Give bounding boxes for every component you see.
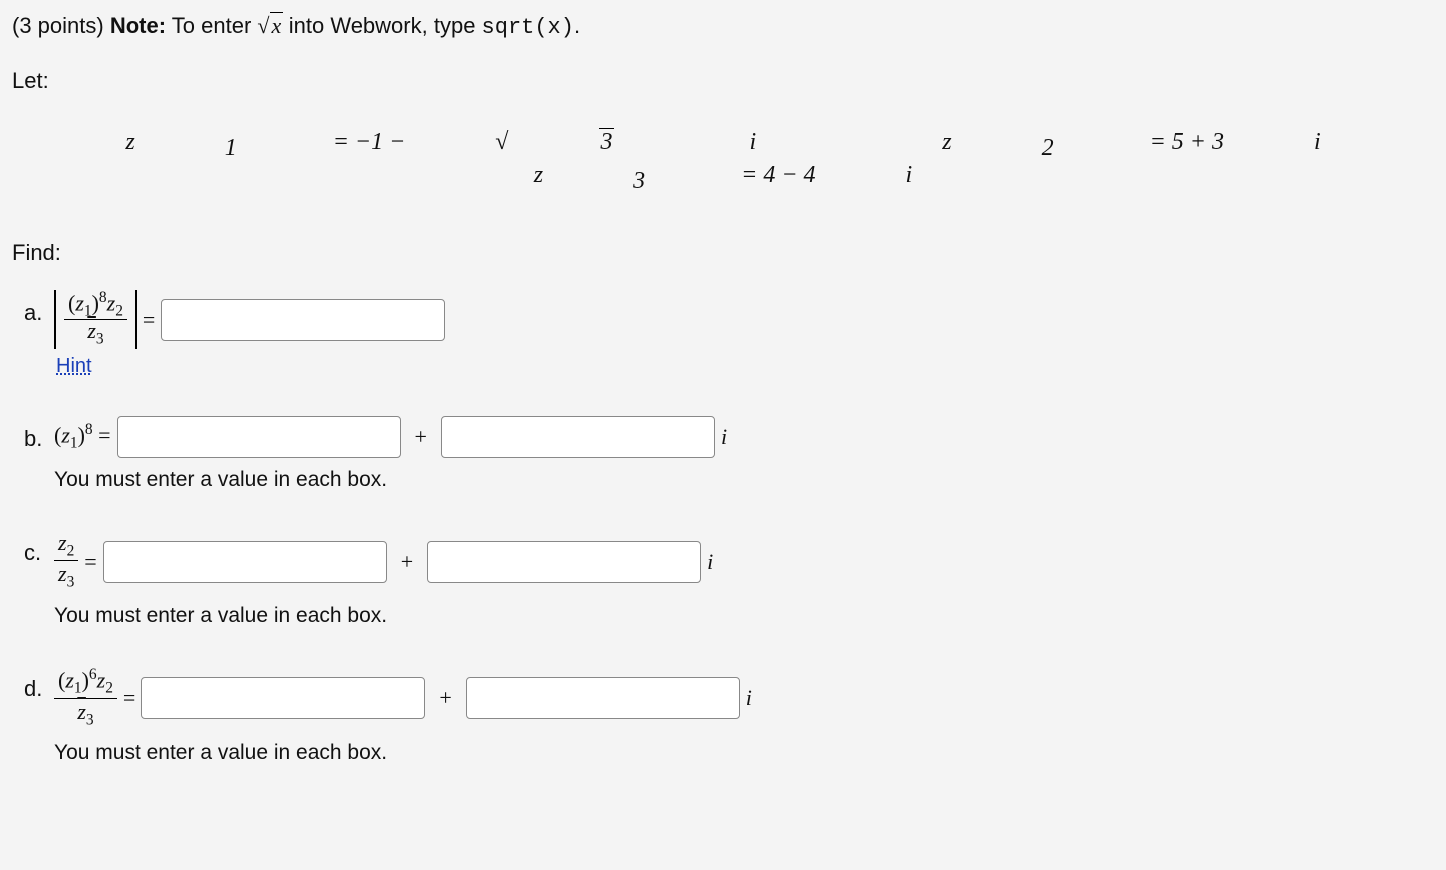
part-c-den: z3 — [54, 560, 78, 593]
note-period: . — [574, 13, 580, 38]
points-label: (3 points) — [12, 13, 104, 38]
part-d: d. (z1)6z2 z3 = + i You must enter a val… — [54, 666, 1434, 765]
note-sqrt: √x — [257, 13, 288, 38]
problem-header: (3 points) Note: To enter √x into Webwor… — [12, 8, 1434, 45]
part-b-lhs: (z1)8 = — [54, 421, 111, 453]
part-d-marker: d. — [24, 676, 42, 702]
part-c-eq: = — [84, 549, 96, 575]
let-label: Let: — [12, 63, 1434, 98]
note-code: sqrt(x) — [482, 15, 574, 40]
part-c-i: i — [707, 549, 713, 575]
part-b-marker: b. — [24, 426, 42, 452]
part-a-marker: a. — [24, 300, 42, 326]
hint-link[interactable]: Hint — [56, 355, 92, 378]
part-b-i: i — [721, 424, 727, 450]
part-c-plus: + — [401, 549, 413, 575]
part-d-real-input[interactable] — [141, 677, 425, 719]
part-a-num: (z1)8z2 — [64, 290, 127, 319]
note-mid: into Webwork, type — [289, 13, 482, 38]
z3-def: z3 = 4 − 4i — [489, 162, 957, 195]
part-d-plus: + — [439, 685, 451, 711]
part-c-num: z2 — [54, 530, 78, 560]
part-b: b. (z1)8 = + i You must enter a value in… — [54, 416, 1434, 492]
part-d-num: (z1)6z2 — [54, 666, 117, 698]
part-b-help: You must enter a value in each box. — [54, 468, 1434, 492]
part-c-imag-input[interactable] — [427, 541, 701, 583]
part-b-real-input[interactable] — [117, 416, 401, 458]
z2-def: z2 = 5 + 3i — [897, 129, 1365, 162]
note-prefix: To enter — [172, 13, 252, 38]
z1-def: z1 = −1 − √3i — [80, 128, 801, 162]
find-label: Find: — [12, 235, 1434, 270]
part-d-help: You must enter a value in each box. — [54, 741, 1434, 765]
part-b-imag-input[interactable] — [441, 416, 715, 458]
part-c-marker: c. — [24, 540, 41, 566]
part-a-input[interactable] — [161, 299, 445, 341]
part-d-eq: = — [123, 685, 135, 711]
part-d-i: i — [746, 685, 752, 711]
part-c-help: You must enter a value in each box. — [54, 604, 1434, 628]
part-a: a. (z1)8z2 z3 = Hint — [54, 290, 1434, 378]
note-label: Note: — [110, 13, 166, 38]
part-c-real-input[interactable] — [103, 541, 387, 583]
part-a-den: z3 — [64, 319, 127, 349]
part-d-imag-input[interactable] — [466, 677, 740, 719]
part-d-den: z3 — [54, 698, 117, 731]
part-b-plus: + — [415, 424, 427, 450]
given-values: z1 = −1 − √3i z2 = 5 + 3i z3 = 4 − 4i — [12, 128, 1434, 195]
abs-wrapper: (z1)8z2 z3 — [54, 290, 137, 349]
part-c: c. z2 z3 = + i You must enter a value in… — [54, 530, 1434, 628]
part-a-eq: = — [143, 307, 155, 333]
